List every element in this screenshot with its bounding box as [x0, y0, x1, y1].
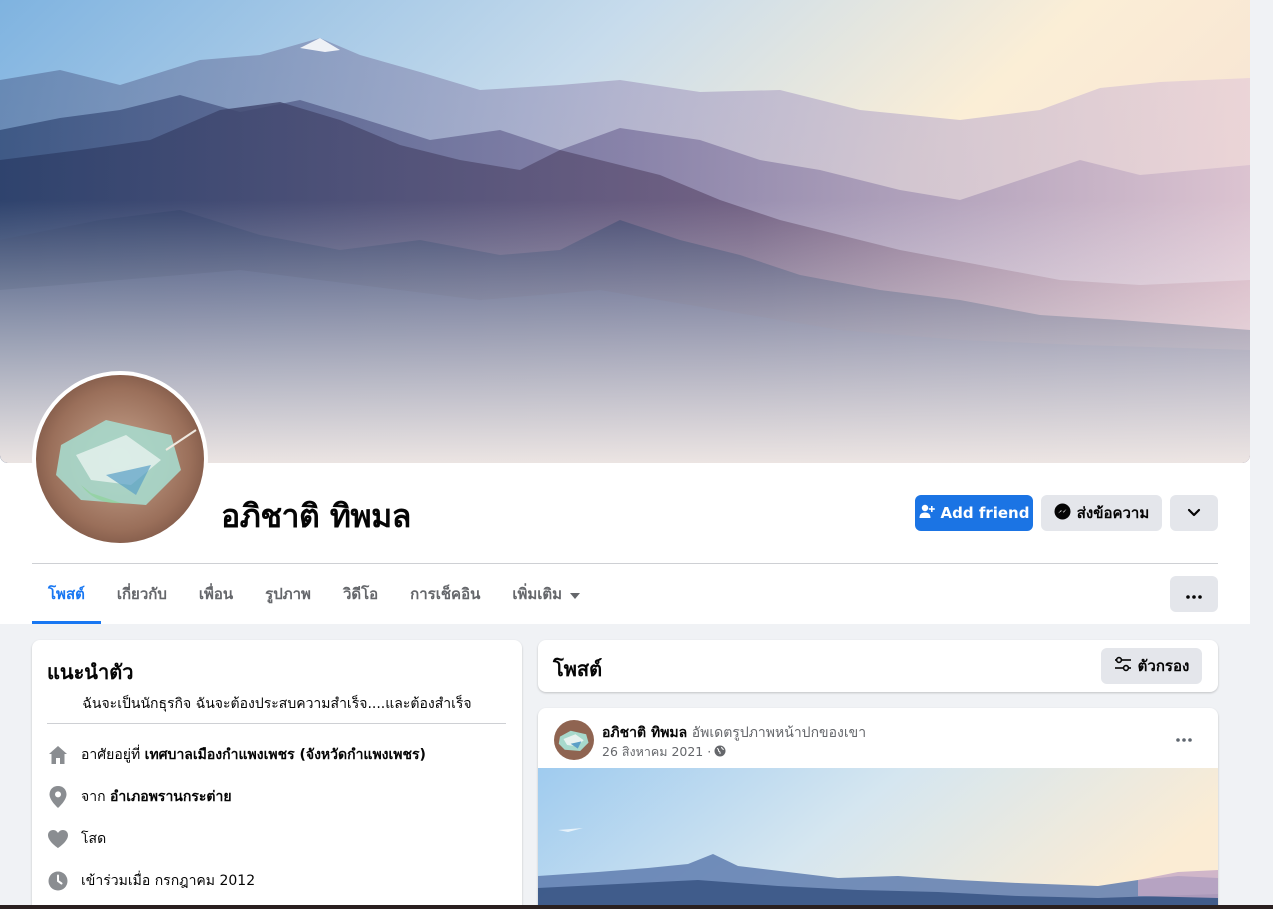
intro-card: แนะนำตัว ฉันจะเป็นนักธุรกิจ ฉันจะต้องประ… [32, 640, 522, 909]
post-date[interactable]: 26 สิงหาคม 2021 · [602, 742, 711, 762]
profile-more-button[interactable] [1170, 495, 1218, 531]
add-friend-label: Add friend [940, 504, 1030, 522]
info-from: จาก อำเภอพรานกระต่าย [47, 786, 232, 808]
caret-down-icon [570, 585, 581, 603]
send-message-button[interactable]: ส่งข้อความ [1041, 495, 1162, 531]
intro-title: แนะนำตัว [47, 660, 134, 684]
profile-tabs: โพสต์ เกี่ยวกับ เพื่อน รูปภาพ วิดีโอ การ… [32, 564, 596, 624]
tab-about[interactable]: เกี่ยวกับ [101, 564, 183, 624]
tab-more[interactable]: เพิ่มเติม [496, 564, 596, 624]
post-action: อัพเดตรูปภาพหน้าปกของเขา [691, 725, 867, 741]
lives-place-link[interactable]: เทศบาลเมืองกำแพงเพชร (จังหวัดกำแพงเพชร) [145, 747, 426, 763]
more-dots-icon [1176, 729, 1192, 747]
post-author-avatar[interactable] [554, 720, 594, 760]
clock-icon [47, 870, 69, 892]
more-dots-icon [1186, 585, 1202, 603]
posts-title: โพสต์ [553, 657, 603, 681]
profile-avatar[interactable] [32, 371, 208, 547]
post-author-name[interactable]: อภิชาติ ทิพมล [602, 725, 687, 741]
add-friend-icon [919, 503, 935, 523]
filter-icon [1114, 656, 1132, 676]
post-header-text: อภิชาติ ทิพมล อัพเดตรูปภาพหน้าปกของเขา [602, 722, 866, 744]
tab-videos[interactable]: วิดีโอ [327, 564, 394, 624]
info-lives-in: อาศัยอยู่ที่ เทศบาลเมืองกำแพงเพชร (จังหว… [47, 744, 426, 766]
intro-divider [47, 723, 506, 724]
add-friend-button[interactable]: Add friend [915, 495, 1033, 531]
tab-checkins[interactable]: การเช็คอิน [394, 564, 496, 624]
intro-bio: ฉันจะเป็นนักธุรกิจ ฉันจะต้องประสบความสำเ… [82, 696, 472, 712]
info-joined: เข้าร่วมเมื่อ กรกฎาคม 2012 [47, 870, 255, 892]
from-place-link[interactable]: อำเภอพรานกระต่าย [110, 789, 232, 805]
tabs-options-button[interactable] [1170, 576, 1218, 612]
post-image[interactable] [538, 768, 1218, 909]
messenger-icon [1054, 503, 1071, 524]
info-relationship: โสด [47, 828, 106, 850]
tab-posts[interactable]: โพสต์ [32, 564, 101, 624]
posts-header-card: โพสต์ ตัวกรอง [538, 640, 1218, 692]
post-card: อภิชาติ ทิพมล อัพเดตรูปภาพหน้าปกของเขา 2… [538, 708, 1218, 909]
tab-photos[interactable]: รูปภาพ [249, 564, 327, 624]
taskbar-edge [0, 905, 1273, 909]
globe-icon [714, 745, 726, 760]
filter-label: ตัวกรอง [1137, 657, 1190, 675]
chevron-down-icon [1187, 504, 1201, 522]
home-icon [47, 744, 69, 766]
cover-photo[interactable] [0, 0, 1250, 463]
post-meta: 26 สิงหาคม 2021 · [602, 742, 726, 762]
location-pin-icon [47, 786, 69, 808]
page-gutter [1250, 0, 1273, 624]
heart-icon [47, 828, 69, 850]
tab-friends[interactable]: เพื่อน [183, 564, 249, 624]
filter-button[interactable]: ตัวกรอง [1101, 648, 1202, 684]
profile-name: อภิชาติ ทิพมล [221, 497, 411, 535]
post-options-button[interactable] [1168, 726, 1200, 750]
send-message-label: ส่งข้อความ [1076, 504, 1150, 522]
